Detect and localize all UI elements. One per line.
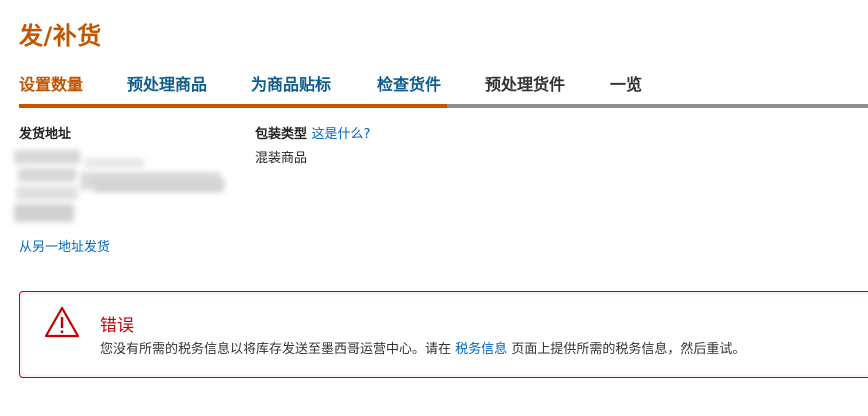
error-message-after: 页面上提供所需的税务信息，然后重试。 [511,342,746,357]
redacted-address [14,144,230,230]
tab-review-shipment[interactable]: 检查货件 [377,71,441,95]
ship-from-another-address-link[interactable]: 从另一地址发货 [19,236,110,255]
ship-from-label: 发货地址 [19,127,72,142]
tab-progress-active [19,104,447,108]
error-message: 您没有所需的税务信息以将库存发送至墨西哥运营中心。请在 税务信息 页面上提供所需… [100,338,745,357]
tab-prepare-shipment: 预处理货件 [485,75,566,94]
tab-set-quantity[interactable]: 设置数量 [19,71,83,95]
error-title: 错误 [100,316,134,336]
whats-this-link[interactable]: 这是什么? [312,127,371,142]
error-message-before: 您没有所需的税务信息以将库存发送至墨西哥运营中心。请在 [100,342,452,357]
page: 发/补货 设置数量 预处理商品 为商品贴标 检查货件 预处理货件 一览 发货地址… [0,0,868,416]
tab-progress-remaining [447,104,868,108]
tab-summary: 一览 [610,75,643,94]
tax-info-link[interactable]: 税务信息 [455,342,507,357]
tab-label-products[interactable]: 为商品贴标 [251,71,331,95]
packing-type-text: 包装类型 [255,127,308,142]
packing-type-label: 包装类型 这是什么? [255,123,370,142]
page-title: 发/补货 [19,22,102,50]
workflow-tabs: 设置数量 预处理商品 为商品贴标 检查货件 预处理货件 一览 [0,68,868,108]
packing-type-value: 混装商品 [255,151,308,166]
error-alert: 错误 您没有所需的税务信息以将库存发送至墨西哥运营中心。请在 税务信息 页面上提… [19,291,868,378]
warning-triangle-icon [44,306,80,338]
tab-prepare-products[interactable]: 预处理商品 [127,71,207,95]
